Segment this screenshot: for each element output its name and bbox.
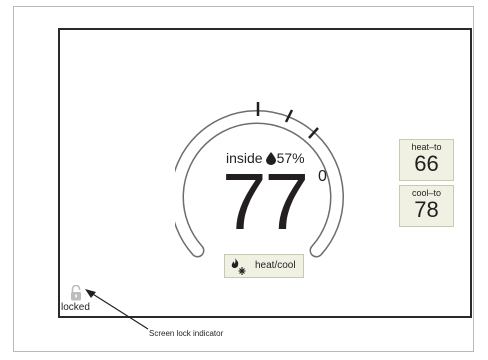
mode-label: heat/cool [255, 260, 296, 271]
callout-arrow [85, 289, 149, 330]
flame-snowflake-icon [231, 258, 247, 284]
cool-to-value: 78 [414, 197, 439, 222]
mode-button[interactable]: heat/cool [224, 254, 304, 278]
callout-label: Screen lock indicator [149, 329, 224, 338]
current-temperature: 77 [222, 157, 309, 246]
cool-to-setpoint[interactable]: cool–to 78 [399, 185, 454, 227]
heat-to-setpoint[interactable]: heat–to 66 [399, 139, 454, 181]
heat-to-value: 66 [414, 151, 439, 176]
temperature-unit: 0 [318, 168, 327, 185]
